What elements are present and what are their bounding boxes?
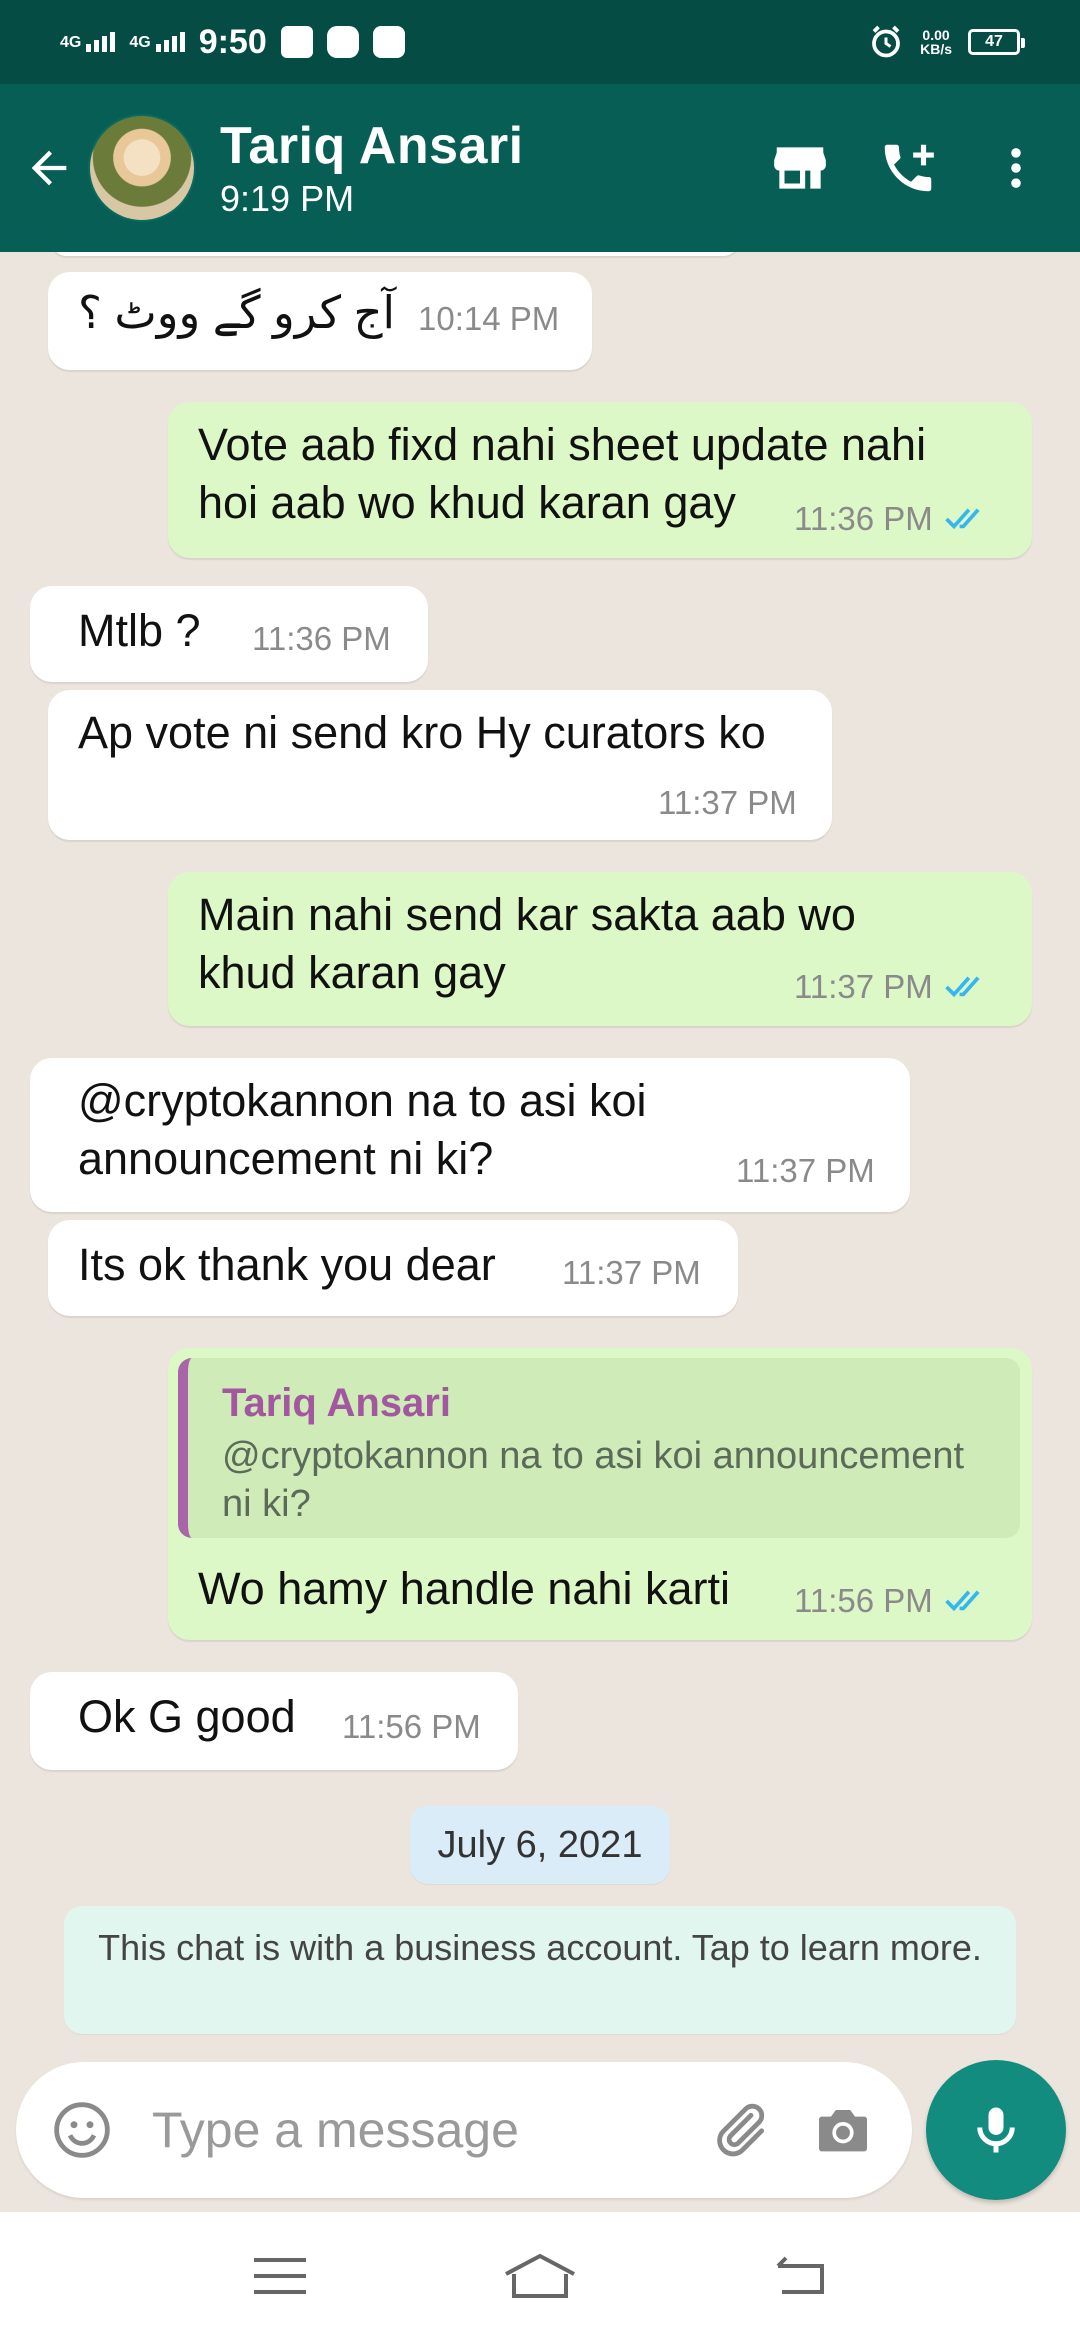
status-bar: 4G 4G 9:50 0.00 KB/s 47 [0, 0, 1080, 84]
net-speed: 0.00 KB/s [920, 28, 952, 56]
message-time: 11:37 PM [658, 784, 797, 822]
message-time-label: 11:37 PM [562, 1254, 701, 1291]
chat-header: Tariq Ansari 9:19 PM [0, 84, 1080, 252]
alarm-icon [872, 25, 900, 58]
add-call-icon [884, 144, 934, 192]
message-time-label: 11:36 PM [794, 500, 933, 537]
message-time: 11:36 PM [252, 620, 391, 658]
network-label-1: 4G [60, 34, 82, 51]
message-time: 11:36 PM [794, 500, 991, 538]
message-text: Mtlb ? [78, 605, 201, 656]
back-nav-icon [776, 2256, 824, 2294]
notification-game-icon [326, 26, 359, 58]
message-time: 11:37 PM [736, 1152, 875, 1190]
message-bubble-outgoing[interactable]: Vote aab fixd nahi sheet update nahi hoi… [168, 402, 1032, 558]
quote-text: @cryptokannon na to asi koi announcement… [222, 1435, 965, 1525]
net-speed-value: 0.00 [922, 27, 950, 43]
message-composer: Type a message [16, 2062, 912, 2198]
message-time-label: 11:37 PM [794, 968, 933, 1005]
voice-message-button[interactable] [926, 2060, 1066, 2200]
message-bubble-incoming[interactable]: @cryptokannon na to asi koi announcement… [30, 1058, 910, 1212]
more-vert-icon [1011, 148, 1021, 188]
quoted-message[interactable]: Tariq Ansari @cryptokannon na to asi koi… [178, 1358, 1020, 1538]
message-list[interactable]: آج کرو گے ووٹ ؟ 10:14 PM Vote aab fixd n… [0, 252, 1080, 2060]
home-icon [505, 2253, 575, 2298]
clock: 9:50 [198, 22, 267, 61]
system-nav-bar [0, 2212, 1080, 2340]
message-time: 10:14 PM [418, 300, 559, 338]
message-bubble-partial[interactable] [50, 252, 740, 256]
contact-info[interactable]: Tariq Ansari 9:19 PM [220, 115, 524, 221]
double-check-icon [945, 508, 980, 530]
network-4g-1: 4G [60, 32, 116, 52]
battery-level: 47 [985, 33, 1003, 50]
message-text: آج کرو گے ووٹ ؟ [78, 287, 396, 338]
back-button[interactable] [14, 133, 84, 203]
message-bubble-incoming[interactable]: Its ok thank you dear 11:37 PM [48, 1220, 738, 1316]
message-time-label: 11:56 PM [794, 1582, 933, 1619]
more-options-button[interactable] [976, 128, 1056, 208]
signal-bars-icon [155, 32, 185, 52]
network-4g-2: 4G [129, 32, 185, 52]
message-text: Ok G good [78, 1691, 296, 1742]
message-time: 11:56 PM [794, 1582, 991, 1620]
message-input[interactable]: Type a message [152, 2101, 674, 2159]
avatar[interactable] [88, 114, 196, 222]
paperclip-icon [717, 2103, 765, 2157]
message-bubble-outgoing-reply[interactable]: Tariq Ansari @cryptokannon na to asi koi… [168, 1348, 1032, 1640]
message-text: Its ok thank you dear [78, 1239, 496, 1290]
double-check-icon [945, 1590, 980, 1612]
message-text: Wo hamy handle nahi karti [198, 1563, 730, 1614]
recent-apps-button[interactable] [230, 2236, 330, 2316]
message-bubble-incoming[interactable]: آج کرو گے ووٹ ؟ 10:14 PM [48, 272, 592, 370]
message-time: 11:56 PM [342, 1708, 481, 1746]
attach-button[interactable] [700, 2091, 778, 2169]
store-icon [774, 147, 826, 189]
message-time: 11:37 PM [562, 1254, 701, 1292]
home-button[interactable] [490, 2236, 590, 2316]
message-time: 11:37 PM [794, 968, 991, 1006]
emoji-button[interactable] [46, 2094, 118, 2166]
camera-icon [819, 2110, 867, 2152]
contact-name: Tariq Ansari [220, 117, 524, 175]
message-time-label: 11:56 PM [342, 1708, 481, 1745]
notification-app-icon [280, 26, 313, 58]
last-seen: 9:19 PM [220, 178, 355, 219]
message-bubble-incoming[interactable]: Ap vote ni send kro Hy curators ko 11:37… [48, 690, 832, 840]
date-divider: July 6, 2021 [410, 1806, 670, 1884]
emoji-icon [54, 2102, 110, 2158]
catalog-button[interactable] [760, 128, 840, 208]
menu-icon [254, 2258, 306, 2294]
quote-author: Tariq Ansari [222, 1381, 451, 1425]
message-time-label: 10:14 PM [418, 300, 560, 337]
business-account-notice[interactable]: This chat is with a business account. Ta… [64, 1906, 1016, 2034]
message-bubble-incoming[interactable]: Ok G good 11:56 PM [30, 1672, 518, 1770]
battery-icon: 47 [968, 29, 1025, 55]
double-check-icon [945, 976, 980, 998]
message-text: @cryptokannon na to asi koi announcement… [78, 1075, 647, 1184]
youtube-icon [372, 26, 405, 58]
arrow-left-icon [31, 150, 67, 186]
camera-button[interactable] [804, 2091, 882, 2169]
signal-bars-icon [86, 32, 116, 52]
message-bubble-incoming[interactable]: Mtlb ? 11:36 PM [30, 586, 428, 682]
net-speed-unit: KB/s [920, 41, 952, 57]
message-time-label: 11:36 PM [252, 620, 391, 657]
message-text: Ap vote ni send kro Hy curators ko [78, 707, 766, 758]
mic-icon [977, 2107, 1015, 2153]
message-time-label: 11:37 PM [658, 784, 797, 821]
network-label-2: 4G [129, 34, 151, 51]
back-nav-button[interactable] [750, 2236, 850, 2316]
message-bubble-outgoing[interactable]: Main nahi send kar sakta aab wo khud kar… [168, 872, 1032, 1026]
call-button[interactable] [868, 128, 948, 208]
message-time-label: 11:37 PM [736, 1152, 875, 1189]
